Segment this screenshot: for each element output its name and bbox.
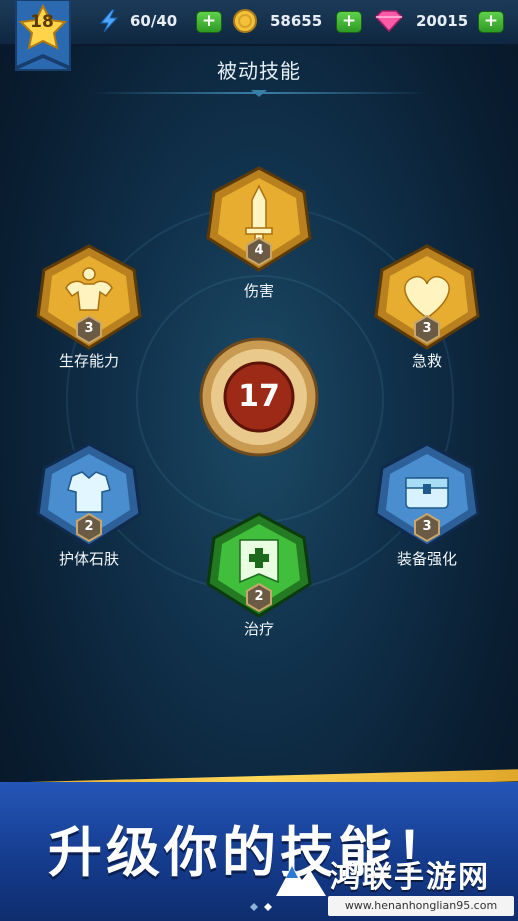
skill-label: 治疗 — [243, 620, 274, 638]
skill-level-badge: 2 — [254, 589, 264, 604]
skill-first-aid[interactable]: 3 急救 — [372, 244, 482, 384]
player-level-value: 18 — [30, 12, 54, 32]
coin-icon — [233, 9, 257, 33]
page-indicator-icon — [250, 903, 272, 911]
skill-points-orb: 17 — [197, 335, 321, 459]
chest-icon — [405, 477, 449, 509]
skill-level-badge: 3 — [422, 321, 432, 336]
skill-level-badge: 3 — [84, 321, 94, 336]
section-title: 被动技能 — [217, 59, 301, 83]
add-coins-button[interactable]: + — [336, 11, 362, 33]
skill-level-badge: 3 — [422, 519, 432, 534]
skill-label: 装备强化 — [396, 550, 457, 568]
skill-level-badge: 2 — [84, 519, 94, 534]
lightning-icon — [99, 9, 119, 33]
skill-damage[interactable]: 4 伤害 — [204, 166, 314, 306]
skill-label: 生存能力 — [58, 352, 119, 370]
coin-resource: 58655 + — [232, 9, 364, 33]
site-watermark: 鸿联手游网 www.henanhonglian95.com — [270, 848, 518, 921]
top-resource-bar: 18 60/40 + 58655 + 20015 + — [0, 0, 518, 71]
watermark-site-name: 鸿联手游网 — [330, 860, 490, 895]
add-energy-button[interactable]: + — [196, 11, 222, 33]
skill-heal[interactable]: 2 治疗 — [204, 512, 314, 652]
energy-resource: 60/40 + — [96, 9, 222, 33]
skill-label: 急救 — [411, 352, 442, 370]
skill-stone-skin[interactable]: 2 护体石肤 — [34, 442, 144, 582]
skill-label: 护体石肤 — [58, 550, 119, 568]
gem-resource: 20015 + — [370, 9, 510, 33]
skill-label: 伤害 — [243, 282, 274, 300]
mountain-logo-icon — [276, 866, 326, 896]
title-arrow-icon — [251, 90, 267, 97]
watermark-site-url: www.henanhonglian95.com — [328, 896, 514, 916]
skill-survival[interactable]: 3 生存能力 — [34, 244, 144, 384]
add-gems-button[interactable]: + — [478, 11, 504, 33]
coin-value: 58655 — [270, 12, 323, 30]
gem-value: 20015 — [416, 12, 469, 30]
skill-gear-enhance[interactable]: 3 装备强化 — [372, 442, 482, 582]
skill-level-badge: 4 — [254, 243, 264, 258]
skill-points-value: 17 — [238, 379, 280, 414]
energy-value: 60/40 — [130, 12, 178, 30]
gem-icon — [374, 10, 404, 33]
